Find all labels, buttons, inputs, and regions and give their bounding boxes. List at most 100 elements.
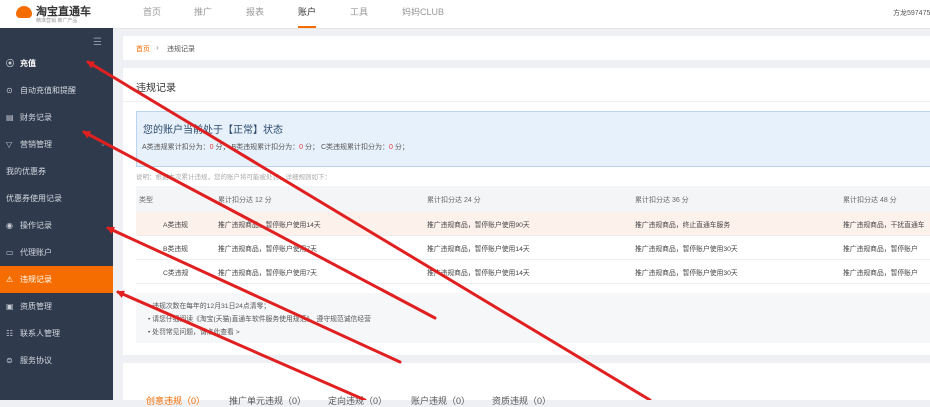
penalty-summary: A类违规累计扣分为：0 分； B类违规累计扣分为：0 分； C类违规累计扣分为：…	[142, 142, 409, 152]
table-cell: 推广违规商品，暂停账户	[843, 270, 918, 277]
table-cell: 推广违规商品，终止直通车服务	[635, 222, 731, 229]
sidebar-item-operation-records[interactable]: ◉ 操作记录	[0, 212, 113, 239]
a-class-label: A类违规累计扣分为：	[142, 144, 210, 151]
sidebar-item-marketing[interactable]: ▽ 营销管理 ⌄	[0, 131, 113, 158]
table-cell: 推广违规商品，暂停账户使用30天	[635, 246, 738, 253]
sidebar-item-label: 充值	[20, 59, 36, 68]
top-bar: 淘宝直通车 精准营销 推广产品 首页 推广 报表 账户 工具 妈妈CLUB 方龙…	[0, 0, 930, 29]
table-cell: B类违规	[163, 246, 188, 253]
tab-qualification-violations[interactable]: 资质违规（0）	[492, 394, 551, 407]
column-header: 累计扣分达 24 分	[427, 197, 481, 204]
tab-account-violations[interactable]: 账户违规（0）	[411, 394, 470, 407]
agent-icon: ▭	[6, 248, 14, 257]
sidebar-item-qualification[interactable]: ▣ 资质管理	[0, 293, 113, 320]
brand-subtitle: 精准营销 推广产品	[36, 18, 78, 24]
tab-unit-violations[interactable]: 推广单元违规（0）	[229, 394, 306, 407]
user-name[interactable]: 方龙5974750	[893, 8, 930, 18]
table-row: C类违规 推广违规商品，暂停账户使用7天 推广违规商品，暂停账户使用14天 推广…	[136, 260, 930, 284]
sidebar-item-label: 优惠券使用记录	[6, 194, 62, 203]
account-status-box: 您的账户当前处于【正常】状态 A类违规累计扣分为：0 分； B类违规累计扣分为：…	[136, 111, 930, 167]
breadcrumb: 首页 › 违规记录	[123, 36, 930, 60]
c-class-label: C类违规累计扣分为：	[320, 144, 390, 151]
table-cell: 推广违规商品，暂停账户使用90天	[427, 222, 530, 229]
contact-icon: ☷	[6, 329, 14, 338]
nav-reports[interactable]: 报表	[246, 0, 264, 28]
a-class-unit: 分；	[213, 144, 230, 151]
nav-home[interactable]: 首页	[143, 0, 161, 28]
account-status-title: 您的账户当前处于【正常】状态	[143, 125, 283, 136]
table-cell: C类违规	[163, 270, 189, 277]
rules-box: • 违规次数在每年的12月31日24点清零； • 请您仔细阅读《淘宝(天猫)直通…	[136, 293, 930, 343]
rule-item[interactable]: • 处罚常见问题，请点此查看 >	[148, 326, 240, 336]
nav-mama-club[interactable]: 妈妈CLUB	[402, 0, 444, 28]
sidebar-item-label: 财务记录	[20, 113, 52, 122]
table-row: B类违规 推广违规商品，暂停账户使用7天 推广违规商品，暂停账户使用14天 推广…	[136, 236, 930, 260]
nav-account[interactable]: 账户	[298, 0, 317, 28]
sidebar-item-my-coupons[interactable]: 我的优惠券	[0, 158, 113, 185]
sidebar-item-agreement[interactable]: ⊜ 服务协议	[0, 347, 113, 374]
table-cell: 推广违规商品，干扰直通车	[843, 222, 925, 229]
faq-link[interactable]: 处罚常见问题，请点此查看 >	[152, 329, 239, 336]
rules-note: 说明：根据本次累计违规，您的账户将可能被处罚，详细规则如下：	[136, 174, 331, 181]
nav-promotion[interactable]: 推广	[194, 0, 212, 28]
qualification-icon: ▣	[6, 302, 14, 311]
finance-icon: ▤	[6, 113, 14, 122]
service-spec-link[interactable]: 请您仔细阅读《淘宝(天猫)直通车软件服务使用规范》，遵守规范诚信经营	[152, 316, 371, 323]
table-cell: 推广违规商品，暂停账户使用14天	[218, 222, 321, 229]
column-header: 累计扣分达 36 分	[635, 197, 689, 204]
breadcrumb-home-link[interactable]: 首页	[136, 44, 150, 54]
table-cell: A类违规	[163, 222, 188, 229]
breadcrumb-current: 违规记录	[167, 46, 195, 53]
sidebar-item-label: 自动充值和提醒	[20, 86, 76, 95]
violation-tabs-card: 创意违规（0） 推广单元违规（0） 定向违规（0） 账户违规（0） 资质违规（0…	[123, 363, 930, 406]
rule-text: 违规次数在每年的12月31日24点清零；	[152, 303, 271, 310]
agreement-icon: ⊜	[6, 356, 13, 365]
sidebar-item-label: 操作记录	[20, 221, 52, 230]
recharge-icon: ⦿	[6, 59, 14, 68]
sidebar-item-violation-records[interactable]: ⚠ 违规记录	[0, 266, 113, 293]
sidebar-item-coupon-records[interactable]: 优惠券使用记录	[0, 185, 113, 212]
column-header: 累计扣分达 12 分	[218, 197, 272, 204]
sidebar-item-finance[interactable]: ▤ 财务记录	[0, 104, 113, 131]
table-header: 类型 累计扣分达 12 分 累计扣分达 24 分 累计扣分达 36 分 累计扣分…	[136, 186, 930, 212]
sidebar: ☰ ⦿ 充值 ⊙ 自动充值和提醒 ▤ 财务记录 ▽ 营销管理 ⌄ 我的优惠券 优…	[0, 28, 113, 400]
car-logo-icon	[16, 6, 32, 18]
b-class-unit: 分；	[303, 144, 320, 151]
sidebar-item-label: 营销管理	[20, 140, 52, 149]
marketing-icon: ▽	[6, 140, 13, 149]
page-title: 违规记录	[136, 83, 176, 94]
divider	[123, 101, 930, 102]
table-row: A类违规 推广违规商品，暂停账户使用14天 推广违规商品，暂停账户使用90天 推…	[136, 212, 930, 236]
tab-targeting-violations[interactable]: 定向违规（0）	[328, 394, 387, 407]
sidebar-item-agent-account[interactable]: ▭ 代理账户	[0, 239, 113, 266]
tab-creative-violations[interactable]: 创意违规（0）	[146, 394, 205, 407]
violation-card: 违规记录 您的账户当前处于【正常】状态 A类违规累计扣分为：0 分； B类违规累…	[123, 68, 930, 355]
chevron-right-icon: ›	[156, 43, 159, 52]
operation-icon: ◉	[6, 221, 13, 230]
nav-tools[interactable]: 工具	[350, 0, 368, 28]
column-header: 累计扣分达 48 分	[843, 197, 897, 204]
rule-item: • 违规次数在每年的12月31日24点清零；	[148, 303, 271, 310]
sidebar-item-label: 违规记录	[20, 275, 52, 284]
table-cell: 推广违规商品，暂停账户使用14天	[427, 270, 530, 277]
table-cell: 推广违规商品，暂停账户	[843, 246, 918, 253]
sidebar-item-recharge[interactable]: ⦿ 充值	[0, 50, 113, 77]
sidebar-item-label: 代理账户	[20, 248, 52, 257]
sidebar-item-label: 我的优惠券	[6, 167, 46, 176]
table-cell: 推广违规商品，暂停账户使用7天	[218, 270, 317, 277]
auto-recharge-icon: ⊙	[6, 86, 13, 95]
sidebar-item-auto-recharge[interactable]: ⊙ 自动充值和提醒	[0, 77, 113, 104]
b-class-label: B类违规累计扣分为：	[231, 144, 300, 151]
column-header: 类型	[139, 197, 153, 204]
table-cell: 推广违规商品，暂停账户使用14天	[427, 246, 530, 253]
c-class-unit: 分；	[392, 144, 409, 151]
sidebar-item-label: 资质管理	[20, 302, 52, 311]
menu-collapse-icon[interactable]: ☰	[93, 37, 102, 48]
sidebar-item-label: 联系人管理	[20, 329, 60, 338]
table-cell: 推广违规商品，暂停账户使用7天	[218, 246, 317, 253]
warning-icon: ⚠	[6, 275, 14, 284]
sidebar-item-contacts[interactable]: ☷ 联系人管理	[0, 320, 113, 347]
rule-item[interactable]: • 请您仔细阅读《淘宝(天猫)直通车软件服务使用规范》，遵守规范诚信经营	[148, 313, 371, 323]
table-cell: 推广违规商品，暂停账户使用30天	[635, 270, 738, 277]
chevron-down-icon: ⌄	[100, 141, 106, 148]
